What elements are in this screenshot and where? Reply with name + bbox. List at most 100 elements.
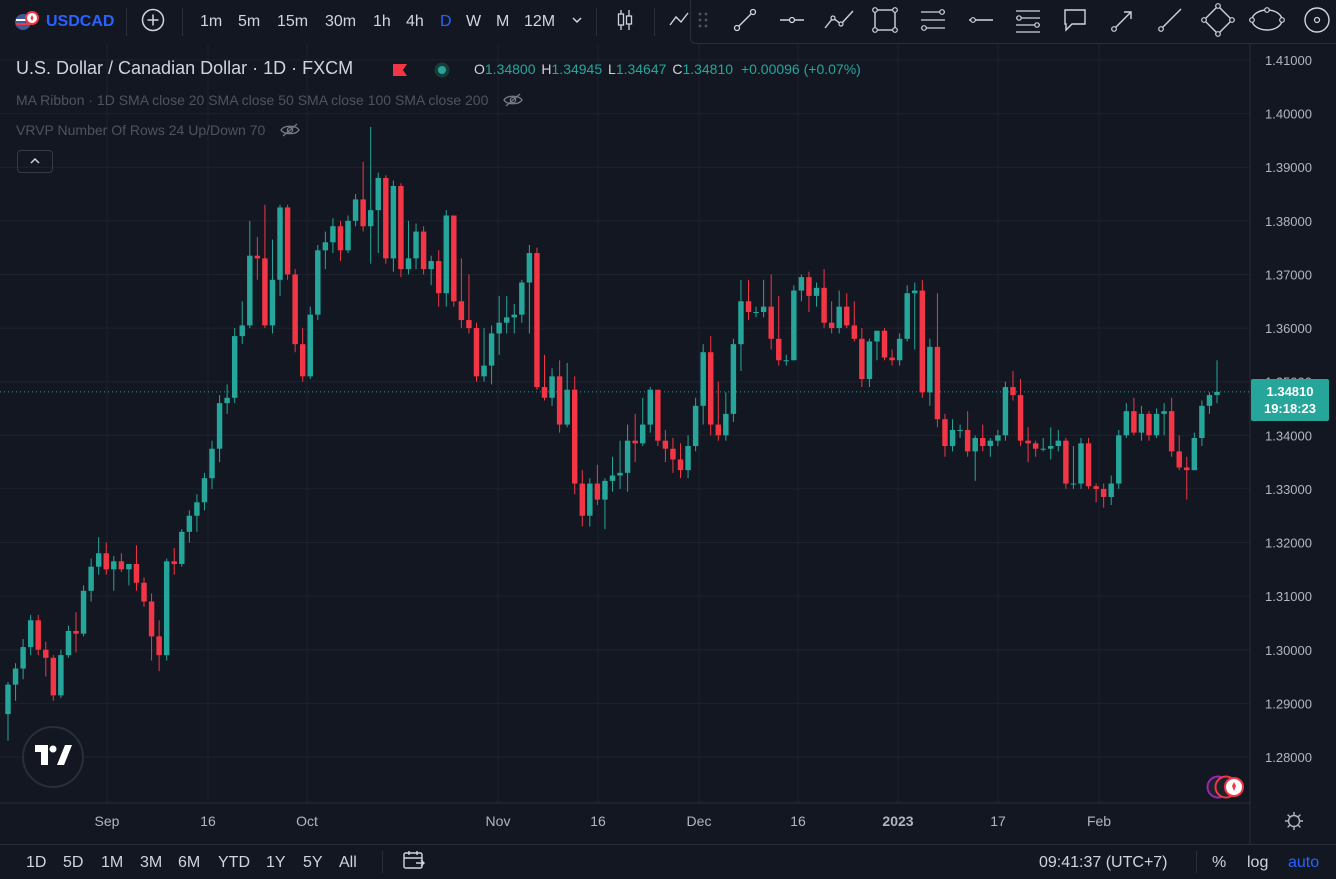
arrow-tool[interactable] — [1107, 6, 1139, 38]
candle-body — [571, 389, 578, 484]
polyline-tool[interactable] — [823, 6, 855, 38]
horizontal-ray-tool[interactable] — [776, 6, 808, 38]
candle — [594, 464, 601, 506]
candle — [1048, 427, 1054, 460]
circle-tool[interactable] — [1301, 6, 1333, 38]
candle — [1055, 429, 1062, 452]
candle — [1040, 437, 1046, 452]
candle — [670, 437, 676, 473]
candle — [798, 274, 805, 302]
interval-d[interactable]: D — [440, 0, 452, 44]
range-1m[interactable]: 1M — [101, 845, 123, 879]
pitchfork-tool[interactable] — [1012, 6, 1044, 38]
horizontal-line-tool[interactable] — [965, 6, 997, 38]
drag-handle[interactable] — [693, 6, 713, 38]
symbol-name: USDCAD — [46, 13, 115, 30]
candle — [745, 279, 752, 321]
range-5d[interactable]: 5D — [63, 845, 83, 879]
candle — [677, 443, 684, 479]
symbol-title[interactable]: U.S. Dollar / Canadian Dollar · 1D · FXC… — [16, 58, 353, 79]
interval-1m[interactable]: 1m — [200, 0, 222, 44]
collapse-legend-button[interactable] — [17, 150, 53, 173]
candle-body — [753, 311, 759, 313]
candle-body — [299, 344, 306, 377]
eye-off-icon[interactable] — [279, 122, 301, 141]
range-all[interactable]: All — [339, 845, 357, 879]
candle-body — [413, 231, 419, 259]
candle-body — [80, 590, 87, 634]
candle — [224, 384, 230, 414]
interval-1h[interactable]: 1h — [373, 0, 391, 44]
interval-15m[interactable]: 15m — [277, 0, 308, 44]
candle-body — [488, 333, 495, 366]
candle — [972, 435, 978, 481]
time-axis-settings-button[interactable] — [1285, 812, 1303, 830]
indicators-button[interactable] — [668, 0, 690, 44]
range-6m[interactable]: 6M — [178, 845, 200, 879]
polyline-icon — [822, 6, 856, 39]
candle — [194, 494, 200, 532]
candle — [1078, 437, 1084, 489]
candle — [345, 215, 351, 254]
range-ytd[interactable]: YTD — [218, 845, 250, 879]
range-3m[interactable]: 3M — [140, 845, 162, 879]
interval-w[interactable]: W — [466, 0, 481, 44]
candle — [488, 325, 495, 385]
price-tick-label: 1.39000 — [1265, 160, 1312, 175]
candle — [806, 271, 812, 312]
trend-line-tool[interactable] — [729, 6, 761, 38]
indicator-ma-ribbon[interactable]: MA Ribbon · 1D SMA close 20 SMA close 50… — [16, 92, 524, 111]
candle — [1146, 411, 1152, 441]
interval-5m[interactable]: 5m — [238, 0, 260, 44]
flag-marker-button[interactable] — [392, 62, 408, 83]
chart-type-button[interactable] — [612, 0, 638, 44]
symbol-search-button[interactable]: USDCAD — [14, 0, 114, 44]
rectangle-tool[interactable] — [869, 6, 901, 38]
percent-scale-toggle[interactable]: % — [1212, 845, 1226, 879]
eye-off-icon[interactable] — [502, 92, 524, 111]
candle — [708, 336, 714, 436]
rotated-rectangle-tool[interactable] — [1201, 2, 1235, 38]
market-status-indicator[interactable] — [434, 62, 450, 83]
candle — [1032, 440, 1039, 457]
candle-body — [141, 582, 147, 602]
candle-body — [541, 387, 548, 398]
timezone-clock[interactable]: 09:41:37 (UTC+7) — [1039, 845, 1168, 879]
candle-body — [587, 483, 593, 516]
price-chart[interactable]: 1.41000 1.40000 1.39000 1.38000 1.37000 1.360… — [0, 44, 1336, 844]
ellipse-tool[interactable] — [1249, 6, 1285, 38]
time-tick-label: Sep — [95, 813, 120, 829]
interval-30m[interactable]: 30m — [325, 0, 356, 44]
log-scale-toggle[interactable]: log — [1247, 845, 1268, 879]
range-1y[interactable]: 1Y — [266, 845, 286, 879]
compare-symbol-button[interactable] — [140, 0, 166, 44]
candle — [813, 282, 820, 307]
interval-4h[interactable]: 4h — [406, 0, 424, 44]
time-tick-label: Nov — [486, 813, 511, 829]
events-flags[interactable] — [1206, 775, 1250, 799]
tradingview-logo[interactable] — [22, 726, 84, 788]
callout-tool[interactable] — [1059, 6, 1091, 38]
interval-12m[interactable]: 12M — [524, 0, 555, 44]
candle-body — [1116, 435, 1122, 484]
range-5y[interactable]: 5Y — [303, 845, 323, 879]
fib-retracement-tool[interactable] — [917, 6, 949, 38]
range-1d[interactable]: 1D — [26, 845, 46, 879]
candle-body — [949, 429, 956, 447]
candle-body — [473, 328, 480, 377]
candle — [791, 285, 797, 361]
time-axis[interactable]: Sep 16 Oct Nov 16 Dec 16 2023 17 Feb — [95, 813, 1112, 829]
auto-scale-toggle[interactable]: auto — [1288, 845, 1319, 879]
candle-body — [1214, 391, 1220, 396]
candle — [315, 244, 321, 321]
grip-icon — [697, 10, 709, 35]
candle — [451, 215, 457, 307]
ray-tool[interactable] — [1154, 6, 1186, 38]
candle — [836, 290, 842, 334]
interval-dropdown-button[interactable] — [570, 0, 584, 44]
indicator-name: MA Ribbon — [16, 92, 85, 109]
interval-m[interactable]: M — [496, 0, 509, 44]
candle — [1093, 483, 1099, 503]
indicator-vrvp[interactable]: VRVP Number Of Rows 24 Up/Down 70 — [16, 122, 301, 141]
date-range-button[interactable] — [402, 845, 426, 879]
